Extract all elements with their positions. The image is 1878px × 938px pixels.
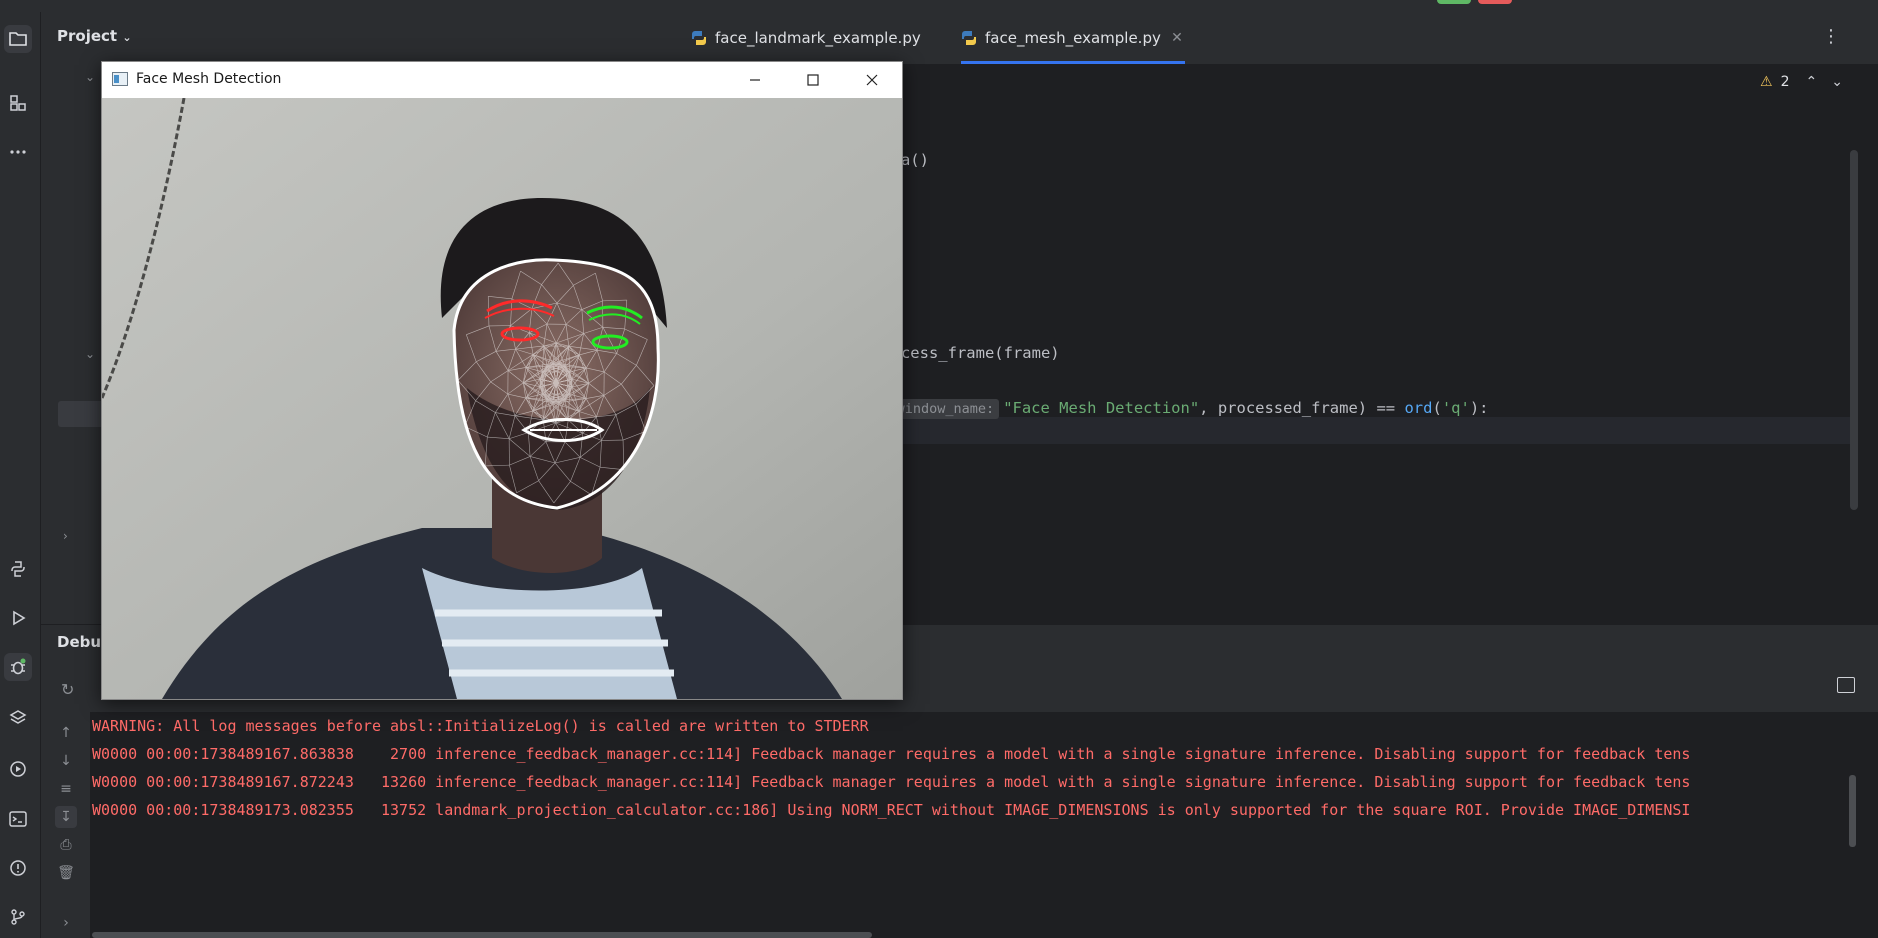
window-app-icon <box>112 72 128 86</box>
title-bar-strip <box>0 0 1878 12</box>
code-token: ): <box>1469 399 1489 417</box>
code-token: ( <box>1432 399 1442 417</box>
warning-icon: ⚠ <box>1760 74 1773 90</box>
tab-label: face_mesh_example.py <box>985 29 1161 47</box>
debug-icon[interactable] <box>4 653 32 681</box>
console-line: WARNING: All log messages before absl::I… <box>92 717 869 735</box>
window-title-bar[interactable]: Face Mesh Detection <box>102 62 902 98</box>
terminal-icon[interactable] <box>4 805 32 833</box>
trash-icon[interactable]: 🗑 <box>55 862 77 884</box>
chevron-down-icon[interactable]: ⌄ <box>1831 74 1843 90</box>
window-title: Face Mesh Detection <box>136 71 282 87</box>
run-indicator <box>1437 0 1471 4</box>
close-icon <box>866 74 878 86</box>
tab-options-icon[interactable]: ⋮ <box>1822 26 1840 47</box>
run-icon[interactable] <box>4 604 32 632</box>
tab-face-landmark-example[interactable]: face_landmark_example.py <box>691 12 921 64</box>
chevron-right-icon[interactable]: › <box>55 912 77 934</box>
tree-expand-icon[interactable]: ⌄ <box>85 347 95 361</box>
tree-collapse-icon[interactable]: › <box>63 529 68 543</box>
project-title[interactable]: Project ⌄ <box>57 27 132 45</box>
soft-wrap-icon[interactable]: ≡ <box>55 778 77 800</box>
inspection-widget[interactable]: ⚠ 2 ⌃ ⌄ <box>1760 65 1855 99</box>
face-mesh-window[interactable]: Face Mesh Detection <box>101 61 903 700</box>
close-tab-icon[interactable]: ✕ <box>1171 30 1183 46</box>
maximize-icon <box>807 74 819 86</box>
parameter-hint: window_name: <box>891 399 1000 419</box>
console-line: W0000 00:00:1738489173.082355 13752 land… <box>92 801 1691 819</box>
python-console-icon[interactable] <box>4 555 32 583</box>
tab-label: face_landmark_example.py <box>715 29 921 47</box>
minimize-icon <box>750 79 760 81</box>
code-token: ord <box>1404 399 1433 417</box>
problems-icon[interactable] <box>4 854 32 882</box>
tool-window-bar <box>0 12 41 938</box>
project-label: Project <box>57 27 118 45</box>
console-vertical-scrollbar[interactable] <box>1849 775 1856 847</box>
editor-tab-bar: face_landmark_example.py face_mesh_examp… <box>677 12 1878 65</box>
maximize-button[interactable] <box>784 62 842 98</box>
console-horizontal-scrollbar[interactable] <box>92 932 872 938</box>
close-button[interactable] <box>843 62 901 98</box>
chevron-down-icon: ⌄ <box>122 31 132 44</box>
chevron-up-icon[interactable]: ⌃ <box>1806 74 1818 90</box>
git-icon[interactable] <box>4 903 32 931</box>
console-line: W0000 00:00:1738489167.863838 2700 infer… <box>92 745 1691 763</box>
more-tools-icon[interactable] <box>4 138 32 166</box>
console-toolbar: ↑ ↓ ≡ ↧ ⎙ 🗑 › <box>41 712 90 938</box>
tab-face-mesh-example[interactable]: face_mesh_example.py ✕ <box>961 12 1185 64</box>
project-tool-icon[interactable] <box>4 25 32 53</box>
scroll-to-end-icon[interactable]: ↧ <box>55 806 77 828</box>
arrow-up-icon[interactable]: ↑ <box>55 722 77 744</box>
layers-icon[interactable] <box>4 704 32 732</box>
code-token: , processed_frame) == <box>1199 399 1405 417</box>
stop-indicator <box>1478 0 1512 4</box>
code-token: 'q' <box>1441 399 1470 417</box>
tree-expand-icon[interactable]: ⌄ <box>85 70 95 84</box>
camera-frame <box>102 98 902 699</box>
layout-icon[interactable] <box>1837 677 1855 693</box>
warning-count: 2 <box>1780 74 1790 90</box>
debug-console-output[interactable]: WARNING: All log messages before absl::I… <box>90 712 1878 938</box>
arrow-down-icon[interactable]: ↓ <box>55 750 77 772</box>
camera-image <box>102 98 902 699</box>
python-file-icon <box>962 31 976 45</box>
code-token: "Face Mesh Detection" <box>1003 399 1200 417</box>
services-icon[interactable] <box>4 755 32 783</box>
console-line: W0000 00:00:1738489167.872243 13260 infe… <box>92 773 1691 791</box>
minimize-button[interactable] <box>726 62 784 98</box>
python-file-icon <box>692 31 706 45</box>
editor-scrollbar[interactable] <box>1850 150 1858 510</box>
structure-icon[interactable] <box>4 89 32 117</box>
print-icon[interactable]: ⎙ <box>55 834 77 856</box>
rerun-icon[interactable]: ↻ <box>61 680 74 699</box>
